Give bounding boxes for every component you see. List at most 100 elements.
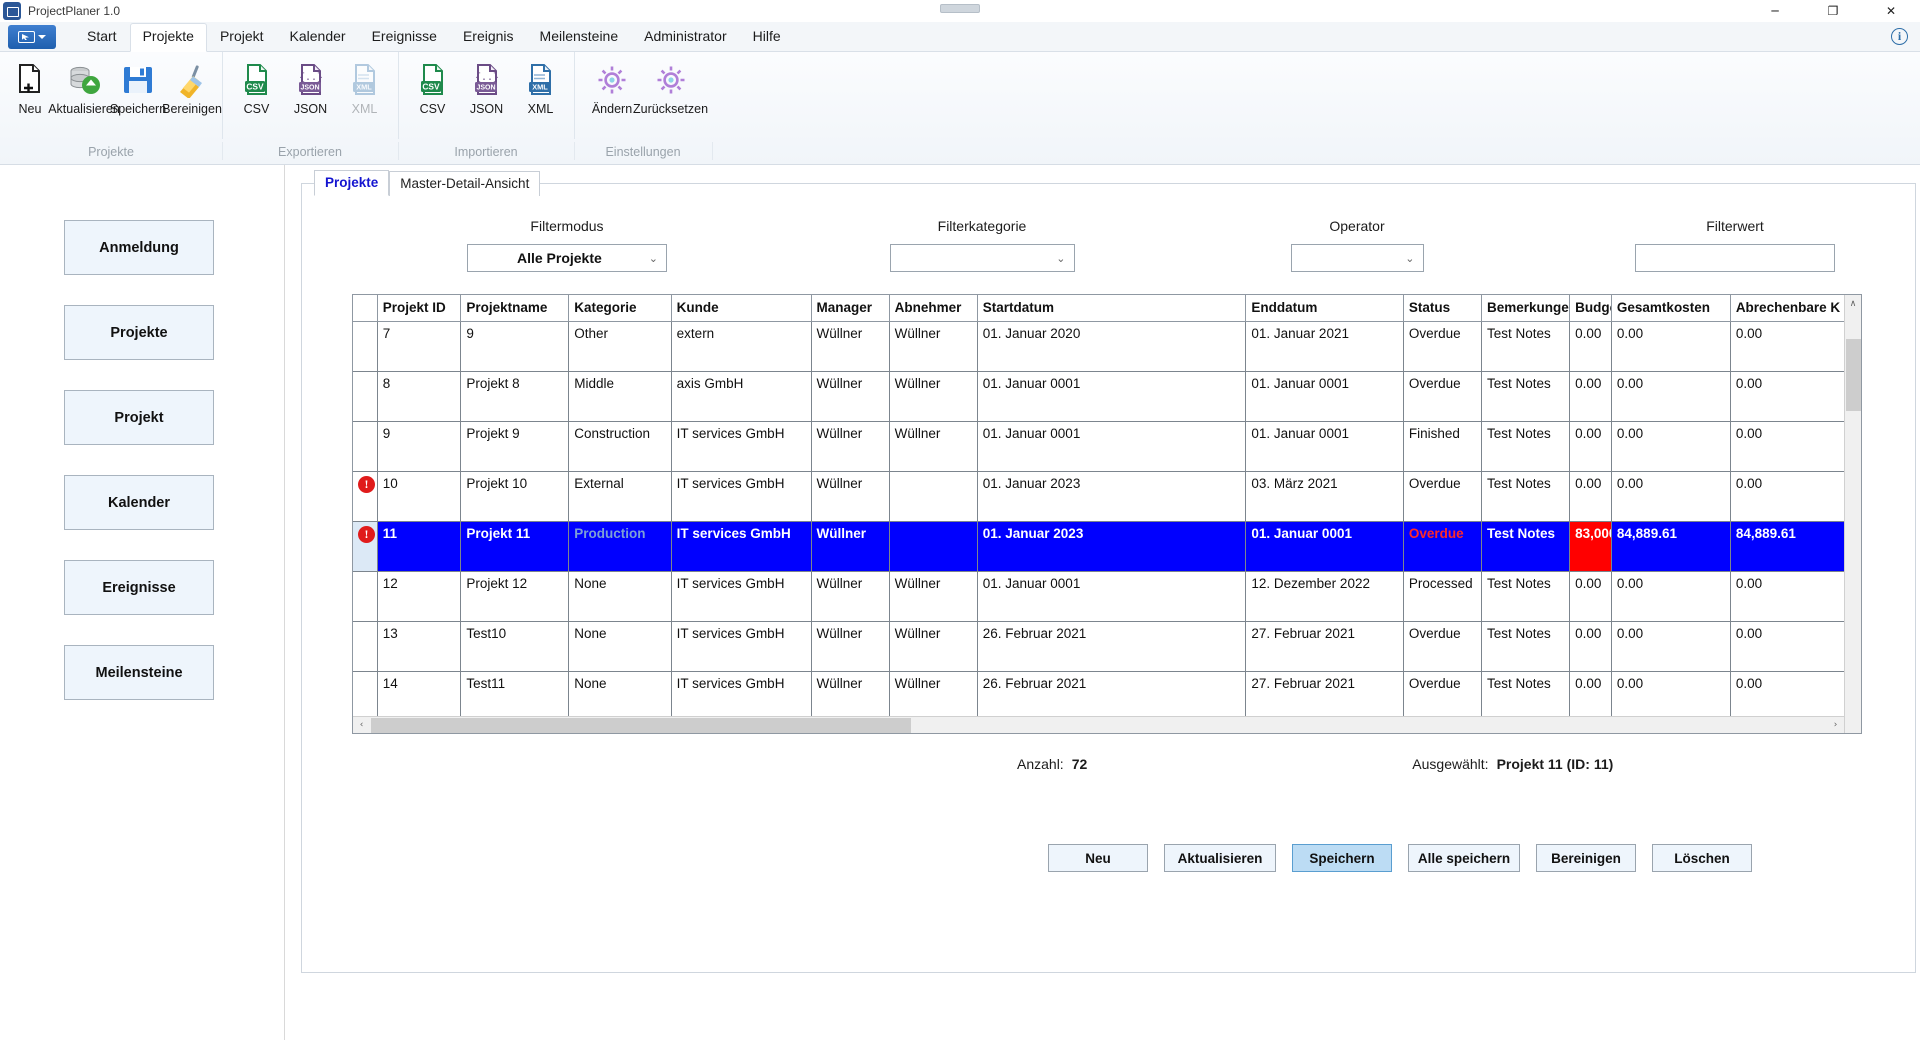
cell-id[interactable]: 8	[377, 371, 462, 422]
cell-start[interactable]: 01. Januar 2020	[977, 321, 1247, 372]
cell-budget[interactable]: 0.00	[1569, 671, 1612, 722]
cell-bemerkungen[interactable]: Test Notes	[1481, 421, 1571, 472]
cell-kunde[interactable]: IT services GmbH	[671, 421, 812, 472]
cell-ende[interactable]: 03. März 2021	[1245, 471, 1404, 522]
cell-name[interactable]: Test10	[460, 621, 570, 672]
row-header[interactable]	[353, 421, 378, 472]
table-row[interactable]: 14 Test11 None IT services GmbH Wüllner Wülln…	[353, 671, 1861, 722]
ribbon-command-json[interactable]: {..} JSON JSON	[284, 60, 338, 118]
cell-gesamtkosten[interactable]: 0.00	[1611, 571, 1731, 622]
cell-kategorie[interactable]: None	[568, 621, 672, 672]
grid-horizontal-scrollbar[interactable]: ‹ ›	[353, 716, 1844, 733]
cell-id[interactable]: 7	[377, 321, 462, 372]
menu-item-kalender[interactable]: Kalender	[277, 23, 359, 51]
column-header-budget[interactable]: Budget	[1569, 295, 1612, 322]
tab-projekte[interactable]: Projekte	[314, 170, 390, 196]
row-header[interactable]	[353, 371, 378, 422]
maximize-button[interactable]: ❐	[1804, 0, 1862, 22]
cell-abnehmer[interactable]: Wüllner	[889, 571, 978, 622]
cell-abrechenbar[interactable]: 0.00	[1730, 321, 1861, 372]
scroll-right-icon[interactable]: ›	[1827, 720, 1844, 730]
cell-start[interactable]: 01. Januar 0001	[977, 421, 1247, 472]
titlebar-drag-pill[interactable]	[940, 4, 980, 13]
cell-budget[interactable]: 0.00	[1569, 621, 1612, 672]
scroll-left-icon[interactable]: ‹	[353, 720, 370, 730]
cell-gesamtkosten[interactable]: 0.00	[1611, 371, 1731, 422]
sidebar-item-anmeldung[interactable]: Anmeldung	[64, 220, 214, 275]
minimize-button[interactable]: ─	[1746, 0, 1804, 22]
cell-status[interactable]: Processed	[1403, 571, 1483, 622]
cell-manager[interactable]: Wüllner	[811, 571, 890, 622]
cell-start[interactable]: 26. Februar 2021	[977, 671, 1247, 722]
cell-budget[interactable]: 0.00	[1569, 421, 1612, 472]
cell-name[interactable]: Test11	[460, 671, 570, 722]
cell-name[interactable]: Projekt 10	[460, 471, 570, 522]
vscroll-thumb[interactable]	[1846, 339, 1861, 411]
cell-id[interactable]: 12	[377, 571, 462, 622]
button-alle-speichern[interactable]: Alle speichern	[1408, 844, 1520, 872]
menu-item-start[interactable]: Start	[74, 23, 130, 51]
cell-id[interactable]: 13	[377, 621, 462, 672]
cell-name[interactable]: Projekt 11	[460, 521, 570, 572]
cell-gesamtkosten[interactable]: 0.00	[1611, 621, 1731, 672]
cell-name[interactable]: Projekt 12	[460, 571, 570, 622]
column-header-abrechenbare-k[interactable]: Abrechenbare K	[1730, 295, 1861, 322]
column-header-projektname[interactable]: Projektname	[460, 295, 570, 322]
cell-status[interactable]: Overdue	[1403, 621, 1483, 672]
cell-manager[interactable]: Wüllner	[811, 621, 890, 672]
cell-kunde[interactable]: IT services GmbH	[671, 521, 812, 572]
cell-manager[interactable]: Wüllner	[811, 321, 890, 372]
cell-start[interactable]: 01. Januar 0001	[977, 571, 1247, 622]
menu-item-administrator[interactable]: Administrator	[631, 23, 739, 51]
table-row[interactable]: ! 10 Projekt 10 External IT services GmbH Wül…	[353, 471, 1861, 522]
cell-status[interactable]: Overdue	[1403, 321, 1483, 372]
cell-manager[interactable]: Wüllner	[811, 421, 890, 472]
cell-manager[interactable]: Wüllner	[811, 671, 890, 722]
column-header-kunde[interactable]: Kunde	[671, 295, 812, 322]
ribbon-command-zur-cksetzen[interactable]: Zurücksetzen	[633, 60, 708, 118]
ribbon-command--ndern[interactable]: Ändern	[585, 60, 639, 118]
column-header-status[interactable]: Status	[1403, 295, 1483, 322]
menu-item-projekt[interactable]: Projekt	[207, 23, 277, 51]
cell-abnehmer[interactable]: Wüllner	[889, 421, 978, 472]
sidebar-item-meilensteine[interactable]: Meilensteine	[64, 645, 214, 700]
cell-kunde[interactable]: IT services GmbH	[671, 671, 812, 722]
cell-abnehmer[interactable]: Wüllner	[889, 321, 978, 372]
row-header[interactable]	[353, 571, 378, 622]
cell-ende[interactable]: 01. Januar 0001	[1245, 371, 1404, 422]
column-header-kategorie[interactable]: Kategorie	[568, 295, 672, 322]
filterwert-input[interactable]	[1635, 244, 1835, 272]
cell-manager[interactable]: Wüllner	[811, 371, 890, 422]
ribbon-command-json[interactable]: {..} JSON JSON	[460, 60, 514, 118]
ribbon-command-csv[interactable]: CSV CSV	[230, 60, 284, 118]
column-header-bemerkungen[interactable]: Bemerkungen	[1481, 295, 1571, 322]
cell-kategorie[interactable]: Production	[568, 521, 672, 572]
cell-kunde[interactable]: axis GmbH	[671, 371, 812, 422]
cell-budget[interactable]: 0.00	[1569, 371, 1612, 422]
cell-kategorie[interactable]: External	[568, 471, 672, 522]
cell-status[interactable]: Finished	[1403, 421, 1483, 472]
menu-item-hilfe[interactable]: Hilfe	[740, 23, 794, 51]
cell-kunde[interactable]: extern	[671, 321, 812, 372]
cell-ende[interactable]: 01. Januar 2021	[1245, 321, 1404, 372]
cell-status[interactable]: Overdue	[1403, 371, 1483, 422]
filtermodus-select[interactable]: Alle Projekte ⌄	[467, 244, 667, 272]
cell-id[interactable]: 9	[377, 421, 462, 472]
cell-abnehmer[interactable]: Wüllner	[889, 621, 978, 672]
cell-bemerkungen[interactable]: Test Notes	[1481, 521, 1571, 572]
button-l-schen[interactable]: Löschen	[1652, 844, 1752, 872]
ribbon-command-speichern[interactable]: Speichern	[110, 60, 166, 118]
cell-kategorie[interactable]: Construction	[568, 421, 672, 472]
cell-kunde[interactable]: IT services GmbH	[671, 471, 812, 522]
table-row[interactable]: ! 11 Projekt 11 Production IT services GmbH W…	[353, 521, 1861, 572]
cell-kategorie[interactable]: None	[568, 571, 672, 622]
cell-name[interactable]: 9	[460, 321, 570, 372]
sidebar-item-projekt[interactable]: Projekt	[64, 390, 214, 445]
sidebar-item-kalender[interactable]: Kalender	[64, 475, 214, 530]
column-header-abnehmer[interactable]: Abnehmer	[889, 295, 978, 322]
cell-bemerkungen[interactable]: Test Notes	[1481, 471, 1571, 522]
filterkategorie-select[interactable]: ⌄	[889, 244, 1075, 272]
cell-kategorie[interactable]: Other	[568, 321, 672, 372]
cell-kategorie[interactable]: None	[568, 671, 672, 722]
cell-start[interactable]: 01. Januar 0001	[977, 371, 1247, 422]
